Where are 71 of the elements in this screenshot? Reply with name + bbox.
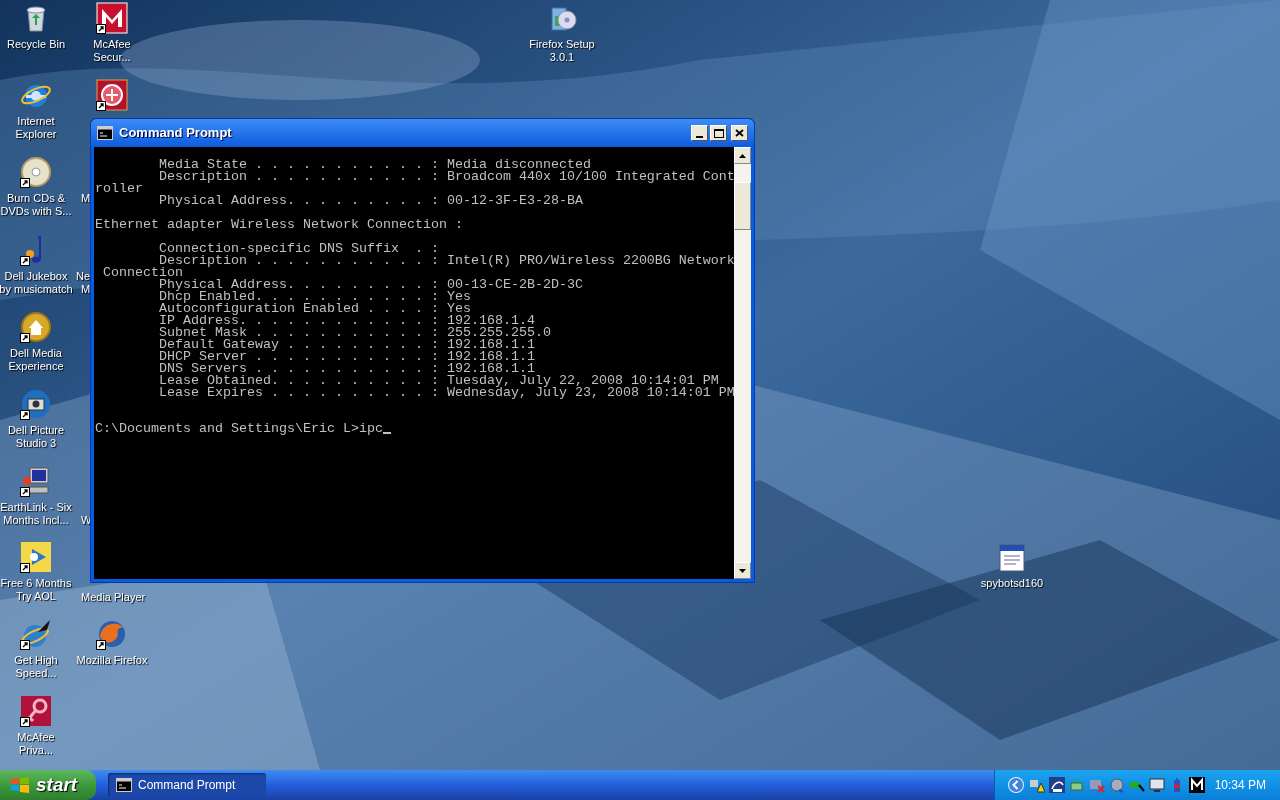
scroll-thumb[interactable] bbox=[734, 182, 751, 230]
camera-icon[interactable] bbox=[20, 388, 52, 420]
icon-label: Free 6 Months Try AOL bbox=[0, 577, 72, 603]
logo-icon[interactable] bbox=[1188, 777, 1205, 793]
maximize-icon bbox=[713, 128, 724, 138]
minimize-icon bbox=[696, 136, 703, 138]
console-line: DHCP Server . . . . . . . . . . . : 192.168.1.1 bbox=[158, 351, 535, 363]
icon-label: EarthLink - Six Months Incl... bbox=[0, 501, 72, 527]
close-button[interactable] bbox=[731, 125, 748, 141]
globe-arrow-icon[interactable] bbox=[20, 618, 52, 650]
console-line: Ethernet adapter Wireless Network Connection : bbox=[95, 219, 463, 231]
icon-label: McAfee Priva... bbox=[17, 731, 55, 757]
icon-label: Internet Explorer bbox=[15, 115, 57, 141]
start-button[interactable]: start bbox=[0, 770, 96, 800]
icon-label: Get High Speed... bbox=[14, 654, 58, 680]
console-line: Subnet Mask . . . . . . . . . . . : 255.255.255.0 bbox=[158, 327, 551, 339]
console-line: Connection bbox=[102, 267, 183, 279]
console-line: IP Address. . . . . . . . . . . . : 192.168.1.4 bbox=[158, 315, 535, 327]
icon-label: Dell Jukebox by musicmatch bbox=[0, 270, 73, 296]
command-prompt-line[interactable]: C:\Documents and Settings\Eric L>ipc bbox=[95, 423, 383, 435]
scroll-down-button[interactable] bbox=[734, 562, 751, 579]
minimize-button[interactable] bbox=[691, 125, 708, 141]
icon-label: Firefox Setup 3.0.1 bbox=[529, 38, 595, 64]
console-line: Media State . . . . . . . . . . . : Media disconnected bbox=[158, 159, 591, 171]
console-line: Description . . . . . . . . . . . : Broadcom 440x 10/100 Integrated Cont bbox=[158, 171, 735, 183]
scroll-up-button[interactable] bbox=[734, 147, 751, 164]
console-line: Dhcp Enabled. . . . . . . . . . . : Yes bbox=[158, 291, 471, 303]
monitor-icon[interactable] bbox=[1148, 777, 1165, 793]
icon-label: Burn CDs & DVDs with S... bbox=[0, 192, 72, 218]
console-line: Default Gateway . . . . . . . . . : 192.168.1.1 bbox=[158, 339, 535, 351]
icon-label: Mozilla Firefox bbox=[76, 654, 148, 667]
console-line: Lease Obtained. . . . . . . . . . : Tuesday, July 22, 2008 10:14:01 PM bbox=[158, 375, 719, 387]
icon-label: M bbox=[81, 192, 91, 205]
console-icon bbox=[97, 126, 113, 140]
console-icon bbox=[116, 778, 132, 792]
console-line: Description . . . . . . . . . . . : Intel(R) PRO/Wireless 2200BG Network bbox=[159, 255, 735, 267]
icon-label: Recycle Bin bbox=[6, 38, 66, 51]
windows-flag-icon bbox=[10, 776, 30, 794]
icon-label: spybotsd160 bbox=[980, 577, 1044, 590]
icon-label: Ne bbox=[76, 270, 91, 283]
icon-label: Dell Media Experience bbox=[8, 347, 64, 373]
console-line: Physical Address. . . . . . . . . : 00-12-3F-E3-28-BA bbox=[158, 195, 583, 207]
console-line: Physical Address. . . . . . . . . : 00-13-CE-2B-2D-3C bbox=[158, 279, 583, 291]
console-line: Lease Expires . . . . . . . . . . : Wednesday, July 23, 2008 10:14:01 PM bbox=[158, 387, 735, 399]
icon-label: Media Player bbox=[81, 591, 146, 604]
console-line: DNS Servers . . . . . . . . . . . : 192.168.1.1 bbox=[158, 363, 535, 375]
up-arrow-icon bbox=[739, 153, 746, 158]
taskbar-button[interactable]: Command Prompt bbox=[108, 773, 266, 797]
play-tile-icon[interactable] bbox=[20, 541, 52, 573]
console-line: roller bbox=[95, 183, 143, 195]
warning-icon[interactable] bbox=[1028, 777, 1045, 793]
close-icon bbox=[735, 129, 744, 137]
down-arrow-icon bbox=[739, 568, 746, 573]
text-cursor bbox=[382, 432, 391, 434]
maximize-button[interactable] bbox=[710, 125, 727, 141]
window-title: Command Prompt bbox=[119, 124, 232, 143]
house-icon[interactable] bbox=[20, 311, 52, 343]
console-line: Autoconfiguration Enabled . . . . : Yes bbox=[158, 303, 471, 315]
icon-label: McAfee Secur... bbox=[93, 38, 131, 64]
console-line: Connection-specific DNS Suffix . : bbox=[158, 243, 439, 255]
document-icon[interactable] bbox=[996, 541, 1028, 573]
fox-globe-icon[interactable] bbox=[96, 618, 128, 650]
icon-label: Dell Picture Studio 3 bbox=[7, 424, 65, 450]
icon-label: M bbox=[81, 283, 91, 296]
computer-icon[interactable] bbox=[20, 465, 52, 497]
zigzag-logo-icon[interactable] bbox=[96, 2, 128, 34]
round-badge-icon[interactable] bbox=[96, 79, 128, 111]
chevron-left-icon[interactable] bbox=[1006, 776, 1025, 794]
disc-icon[interactable] bbox=[20, 156, 52, 188]
key-icon[interactable] bbox=[20, 695, 52, 727]
scrollbar[interactable] bbox=[734, 147, 751, 579]
